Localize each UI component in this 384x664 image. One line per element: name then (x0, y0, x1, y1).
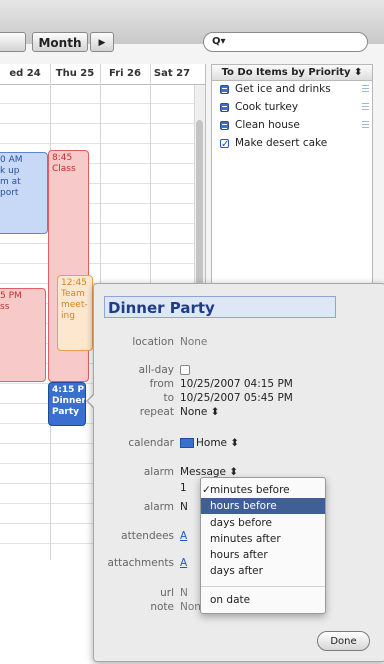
event-dinner-party[interactable]: 4:15 PM Dinner Party (48, 382, 86, 426)
menu-item-label: on date (210, 594, 251, 606)
event-class-wed[interactable]: 5 PM ss (0, 288, 46, 382)
add-attendees-link[interactable]: A (180, 530, 187, 542)
alarm-label-2: alarm (143, 501, 174, 513)
location-field[interactable]: None (180, 336, 207, 348)
alarm-amount-field[interactable]: 1 (180, 482, 187, 494)
calendar-name: Home ⬍ (196, 437, 240, 449)
popover-arrow-fill (88, 393, 96, 409)
todo-item-label: Cook turkey (235, 101, 299, 113)
menu-item-minutes-after[interactable]: minutes after (201, 531, 325, 547)
to-datetime-field[interactable]: 10/25/2007 05:45 PM (180, 392, 293, 404)
menu-item-label: days after (210, 565, 263, 577)
attachments-label: attachments (107, 557, 174, 569)
grid-line (0, 263, 205, 264)
attendees-label: attendees (121, 530, 174, 542)
menu-item-label: hours after (210, 549, 268, 561)
header-divider (0, 84, 205, 85)
priority-grip-icon[interactable] (362, 85, 369, 93)
todo-item-label: Get ice and drinks (235, 83, 331, 95)
menu-item-label: minutes after (210, 533, 281, 545)
alarm-unit-menu: ✓ minutes before hours before days befor… (200, 477, 326, 614)
menu-item-on-date[interactable]: on date (201, 592, 325, 608)
allday-checkbox[interactable] (180, 365, 190, 375)
done-button[interactable]: Done (317, 631, 370, 651)
month-view-button[interactable]: Month (32, 32, 88, 52)
checkmark-icon: ✓ (202, 484, 211, 496)
repeat-label: repeat (139, 406, 174, 418)
calendar-label: calendar (128, 437, 174, 449)
todo-item-label: Make desert cake (235, 137, 328, 149)
alarm2-popup[interactable]: N (180, 501, 188, 513)
day-header-wed[interactable]: ed 24 (0, 64, 50, 84)
priority-grip-icon[interactable] (362, 103, 369, 111)
menu-item-days-after[interactable]: days after (201, 563, 325, 579)
todo-item-label: Clean house (235, 119, 300, 131)
search-icon: Q▾ (212, 36, 226, 47)
from-datetime-field[interactable]: 10/25/2007 04:15 PM (180, 378, 293, 390)
menu-item-days-before[interactable]: days before (201, 515, 325, 531)
priority-grip-icon[interactable] (362, 121, 369, 129)
calendar-popup[interactable]: Home ⬍ (180, 437, 239, 449)
todo-item[interactable]: ✓ Make desert cake (212, 135, 372, 152)
todo-item[interactable]: Cook turkey (212, 99, 372, 116)
priority-checkbox-icon[interactable] (220, 103, 229, 112)
to-label: to (163, 392, 174, 404)
priority-checkbox-icon[interactable] (220, 121, 229, 130)
url-label: url (160, 587, 174, 599)
add-attachment-link[interactable]: A (180, 557, 187, 569)
menu-separator (201, 586, 325, 587)
event-team-meeting[interactable]: 12:45 Team meet- ing (57, 275, 93, 351)
repeat-popup[interactable]: None ⬍ (180, 406, 220, 418)
calendar-color-icon (180, 438, 194, 448)
menu-item-label: hours before (210, 500, 277, 512)
grid-line (0, 143, 205, 144)
note-label: note (150, 601, 174, 613)
allday-label: all-day (138, 364, 174, 376)
grid-line (0, 123, 205, 124)
checked-checkbox-icon[interactable]: ✓ (220, 139, 229, 150)
priority-checkbox-icon[interactable] (220, 85, 229, 94)
grid-line (0, 243, 205, 244)
event-title-field[interactable]: Dinner Party (104, 296, 336, 318)
menu-item-minutes-before[interactable]: ✓ minutes before (201, 482, 325, 498)
location-label: location (132, 336, 174, 348)
previous-view-button[interactable] (0, 32, 26, 52)
day-header-sat[interactable]: Sat 27 (150, 64, 194, 84)
from-label: from (149, 378, 174, 390)
menu-item-label: days before (210, 517, 272, 529)
url-field[interactable]: N (180, 587, 188, 599)
menu-item-hours-after[interactable]: hours after (201, 547, 325, 563)
next-arrow-button[interactable]: ▶ (90, 32, 114, 52)
day-header-fri[interactable]: Fri 26 (100, 64, 150, 84)
menu-item-label: minutes before (210, 484, 290, 496)
day-header-thu[interactable]: Thu 25 (50, 64, 100, 84)
search-field[interactable]: Q▾ (203, 32, 368, 52)
grid-line (0, 103, 205, 104)
menu-item-hours-before[interactable]: hours before (201, 498, 325, 514)
event-pickup-airport[interactable]: 0 AM k up m at port (0, 152, 48, 234)
todo-item[interactable]: Get ice and drinks (212, 81, 372, 98)
todo-sort-header[interactable]: To Do Items by Priority ⬍ (212, 65, 372, 81)
alarm-label: alarm (143, 466, 174, 478)
todo-item[interactable]: Clean house (212, 117, 372, 134)
scrollbar-thumb[interactable] (196, 120, 203, 305)
